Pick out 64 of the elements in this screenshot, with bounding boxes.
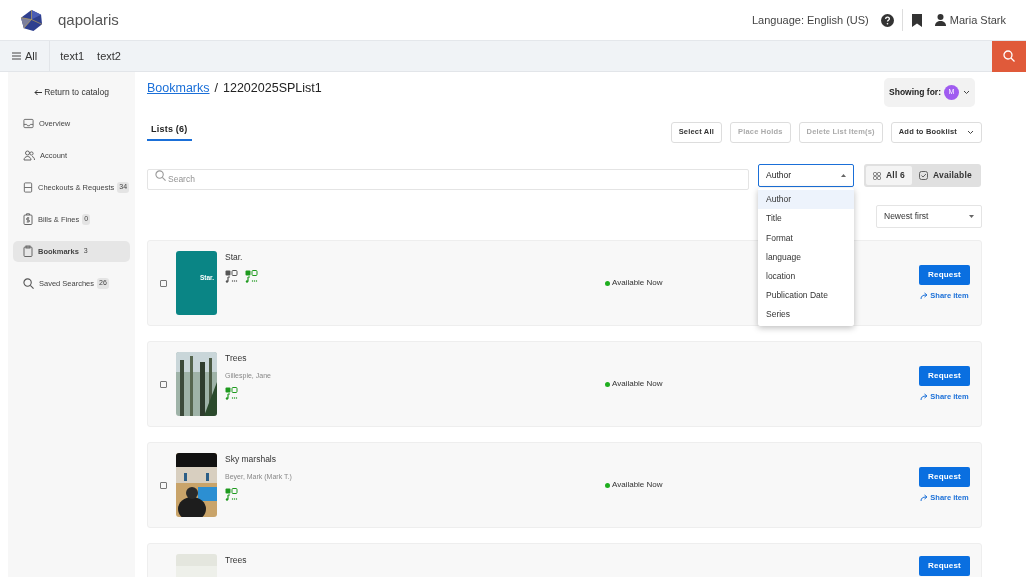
item-title[interactable]: Star.	[225, 251, 605, 264]
dropdown-option[interactable]: Title	[758, 209, 854, 229]
logo-icon	[20, 8, 43, 32]
language-link[interactable]: Language: English (US)	[751, 11, 869, 29]
request-button[interactable]: Request	[919, 264, 970, 285]
dropdown-option[interactable]: Format	[758, 228, 854, 248]
clipboard-icon	[23, 245, 33, 258]
dropdown-option[interactable]: Publication Date	[758, 285, 854, 306]
grid-icon	[873, 171, 881, 180]
search-field[interactable]: Search	[147, 168, 749, 190]
back-arrow-icon	[34, 88, 43, 96]
sort-select[interactable]: Newest first	[876, 205, 982, 228]
format-icon	[225, 269, 238, 283]
item-title[interactable]: Sky marshals	[225, 453, 605, 466]
check-badge-icon	[919, 171, 928, 180]
people-icon	[23, 149, 35, 161]
user-name[interactable]: Maria Stark	[949, 11, 1006, 29]
filter-option[interactable]: All 6	[866, 166, 912, 185]
checkbox[interactable]	[160, 279, 167, 287]
nav-link[interactable]: text1	[60, 47, 85, 65]
menu-icon	[12, 52, 21, 60]
dropdown-option[interactable]: Series	[758, 305, 854, 325]
help-icon[interactable]	[880, 13, 894, 27]
share-icon	[920, 494, 929, 501]
chevron-icon	[963, 90, 970, 95]
search-icon	[155, 170, 166, 181]
dropdown-option[interactable]: location	[758, 266, 854, 286]
request-button[interactable]: Request	[919, 556, 970, 576]
filter-option[interactable]: Available	[912, 166, 979, 185]
search-icon	[1003, 50, 1015, 62]
share-icon	[920, 393, 929, 400]
checkbox[interactable]	[160, 481, 167, 489]
brand-name: qapolaris	[58, 9, 119, 30]
availability-status: Available Now	[612, 479, 663, 491]
return-link[interactable]: Return to catalog	[13, 86, 130, 99]
dropdown-option[interactable]: Author	[758, 190, 854, 210]
breadcrumb-separator: /	[214, 80, 218, 97]
page-title: 12202025SPList1	[223, 80, 322, 97]
availability-status: Available Now	[612, 378, 663, 390]
search-button[interactable]	[992, 40, 1026, 72]
request-button[interactable]: Request	[919, 365, 970, 386]
item-title[interactable]: Trees	[225, 352, 605, 365]
format-icon	[225, 488, 238, 502]
bookmark-icon[interactable]	[911, 13, 922, 27]
field-select[interactable]: Author	[758, 164, 854, 187]
all-menu-button[interactable]: All	[0, 41, 51, 71]
user-icon	[934, 14, 946, 26]
caret-icon	[841, 174, 846, 177]
search-icon	[23, 277, 34, 289]
document-icon	[23, 181, 33, 193]
breadcrumb-link[interactable]: Bookmarks	[147, 79, 210, 98]
inbox-icon	[23, 117, 34, 129]
share-icon	[920, 292, 929, 299]
format-icon	[245, 269, 258, 283]
availability-status: Available Now	[612, 277, 663, 289]
caret-icon	[969, 215, 974, 218]
lists-tab[interactable]: Lists (6)	[147, 122, 192, 142]
dropdown-option[interactable]: language	[758, 247, 854, 267]
format-icon	[225, 387, 238, 401]
bill-icon	[23, 213, 33, 226]
nav-link[interactable]: text2	[97, 47, 121, 65]
checkbox[interactable]	[160, 380, 167, 388]
item-title[interactable]: Trees	[225, 554, 605, 567]
request-button[interactable]: Request	[919, 466, 970, 487]
